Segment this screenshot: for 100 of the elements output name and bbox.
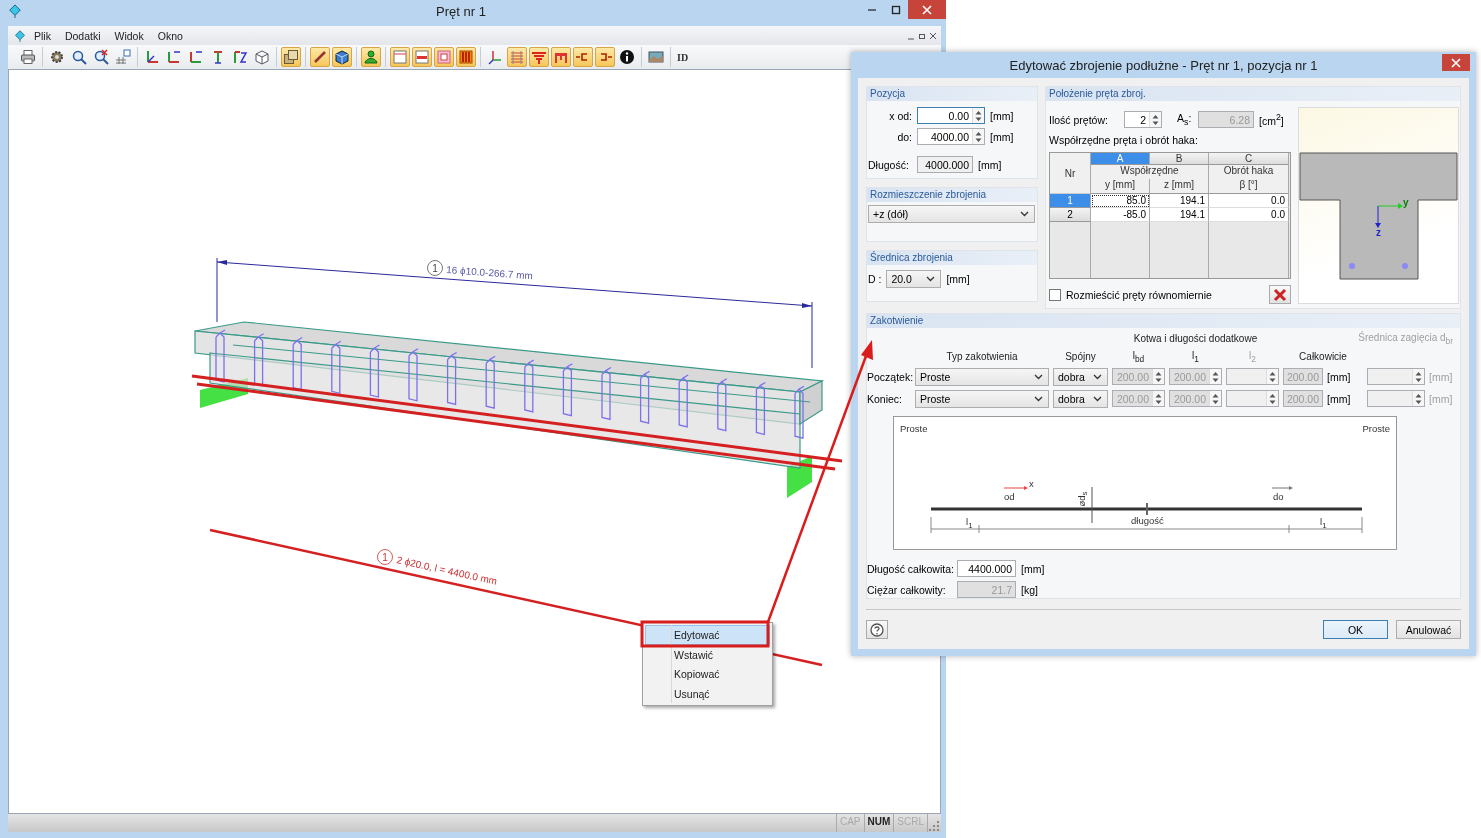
diagram-label: do [1273, 490, 1284, 502]
table-cell[interactable]: 194.1 [1150, 194, 1209, 208]
chevron-icon [1093, 395, 1102, 402]
stack-icon [531, 49, 547, 65]
id-button[interactable]: ID [671, 51, 695, 63]
diagram-label: Proste [1362, 422, 1390, 434]
maximize-icon [891, 4, 901, 15]
number-field[interactable] [1367, 368, 1425, 386]
axis-arrow [1271, 485, 1293, 490]
spin-arrows-icon[interactable] [974, 129, 983, 144]
dialog-button[interactable]: Anulować [1396, 620, 1461, 639]
spin-arrows-icon[interactable] [1414, 391, 1423, 406]
dropdown[interactable]: Proste [915, 367, 1049, 386]
close-icon [1451, 57, 1461, 68]
magnifier-cross-icon [93, 49, 109, 65]
help-icon [870, 622, 884, 637]
unit-label: [mm] [990, 130, 1014, 143]
diameter-tick [1091, 486, 1093, 524]
dropdown[interactable]: 20.0 [886, 270, 942, 288]
field-label: Ciężar całkowity: [867, 583, 947, 596]
close-icon[interactable] [929, 31, 937, 40]
cube-icon [254, 49, 270, 65]
unit-label: [mm] [946, 273, 970, 285]
close-button[interactable] [1442, 54, 1470, 71]
section-label: Współrzędne pręta i obrót haka: [1049, 134, 1199, 146]
help-button[interactable] [866, 620, 888, 639]
menu-item[interactable]: Usunąć [645, 683, 770, 703]
number-field: 6.28 [1198, 111, 1254, 128]
unit-label: [mm] [978, 158, 1002, 171]
restore-icon[interactable] [918, 31, 926, 40]
app-icon [14, 29, 26, 42]
menu-item[interactable]: Widok [108, 28, 150, 43]
table-cell[interactable]: 85.0 [1091, 194, 1150, 208]
toolbar-button[interactable] [332, 47, 352, 67]
delete-button[interactable] [1269, 285, 1291, 304]
table-cell[interactable]: 194.1 [1150, 208, 1209, 222]
checkbox[interactable] [1049, 288, 1061, 301]
column-header[interactable]: B [1150, 153, 1209, 165]
dialog-button[interactable]: OK [1323, 620, 1388, 639]
axis-arrow [1003, 485, 1028, 490]
number-field: 4400.000 [957, 560, 1016, 577]
spin-arrows-icon[interactable] [1151, 112, 1160, 127]
menu-item[interactable]: Plik [28, 28, 57, 43]
window-title: Pręt nr 1 [435, 3, 487, 19]
status-indicator: NUM [863, 814, 894, 832]
axes-icon [487, 49, 503, 65]
number-field[interactable]: 4000.00 [917, 128, 985, 145]
axis-label: z [1376, 227, 1381, 238]
table-cell[interactable]: -85.0 [1091, 208, 1150, 222]
close-button[interactable] [908, 0, 946, 19]
column-header[interactable]: C [1209, 153, 1289, 165]
menu-item[interactable]: Edytować [645, 625, 770, 645]
table-cell[interactable]: 0.0 [1209, 208, 1289, 222]
diagram-label: Proste [900, 422, 928, 434]
search-icon [71, 49, 87, 65]
axis-label: y [1403, 197, 1409, 208]
field-label: Ilość prętów: [1049, 113, 1109, 126]
diagram-label: l$_{1}$ [1320, 515, 1327, 530]
toolbar-button[interactable] [617, 47, 637, 67]
field-label: Długość całkowita: [867, 562, 952, 575]
unit-label: [kg] [1021, 583, 1038, 596]
panel-top-icon [392, 49, 408, 65]
number-field[interactable]: 0.00 [917, 107, 985, 124]
layers-icon [283, 49, 299, 65]
column-header: Nr [1050, 153, 1091, 194]
column-header: Typ zakotwienia [945, 351, 1019, 363]
menu-item[interactable]: Okno [151, 28, 189, 43]
close-icon [922, 4, 932, 15]
spin-arrows-icon[interactable] [1268, 369, 1277, 384]
spin-arrows-icon[interactable] [974, 108, 983, 123]
dropdown[interactable]: dobra [1053, 389, 1108, 408]
gear-icon [49, 49, 65, 65]
panel-header: Zakotwienie [867, 314, 1460, 328]
row-header[interactable]: 2 [1050, 208, 1091, 222]
table-cell[interactable]: 0.0 [1209, 194, 1289, 208]
panel-columns-icon [458, 49, 474, 65]
resize-grip-icon[interactable] [928, 820, 940, 832]
menu-item[interactable]: Dodatki [58, 28, 107, 43]
dropdown[interactable]: dobra [1053, 367, 1108, 386]
column-header: Spójny [1064, 351, 1097, 363]
column-header: l$_{1}$ [1191, 349, 1200, 364]
field-label: Długość: [867, 158, 910, 171]
unit-label: [mm] [1021, 562, 1045, 575]
menu-item[interactable]: Kopiować [645, 664, 770, 684]
position-marker: 1 [427, 260, 443, 276]
toolbar-button[interactable] [310, 47, 330, 67]
number-field[interactable] [1226, 390, 1279, 408]
number-field[interactable]: 2 [1124, 111, 1162, 128]
spin-arrows-icon[interactable] [1414, 369, 1423, 384]
chevron-icon [1020, 211, 1029, 217]
number-field[interactable] [1226, 368, 1279, 386]
spin-arrows-icon[interactable] [1268, 391, 1277, 406]
menu-item[interactable]: Wstawić [645, 644, 770, 664]
checkbox-label[interactable]: Rozmieścić pręty równomiernie [1066, 288, 1212, 301]
dropdown[interactable]: Proste [915, 389, 1049, 408]
panel-header: Położenie pręta zbroj. [1046, 87, 1460, 101]
number-field[interactable] [1367, 390, 1425, 408]
column-header: Całkowicie [1298, 351, 1348, 363]
chevron-icon [926, 276, 936, 282]
dropdown[interactable]: +z (dół) [868, 205, 1035, 223]
